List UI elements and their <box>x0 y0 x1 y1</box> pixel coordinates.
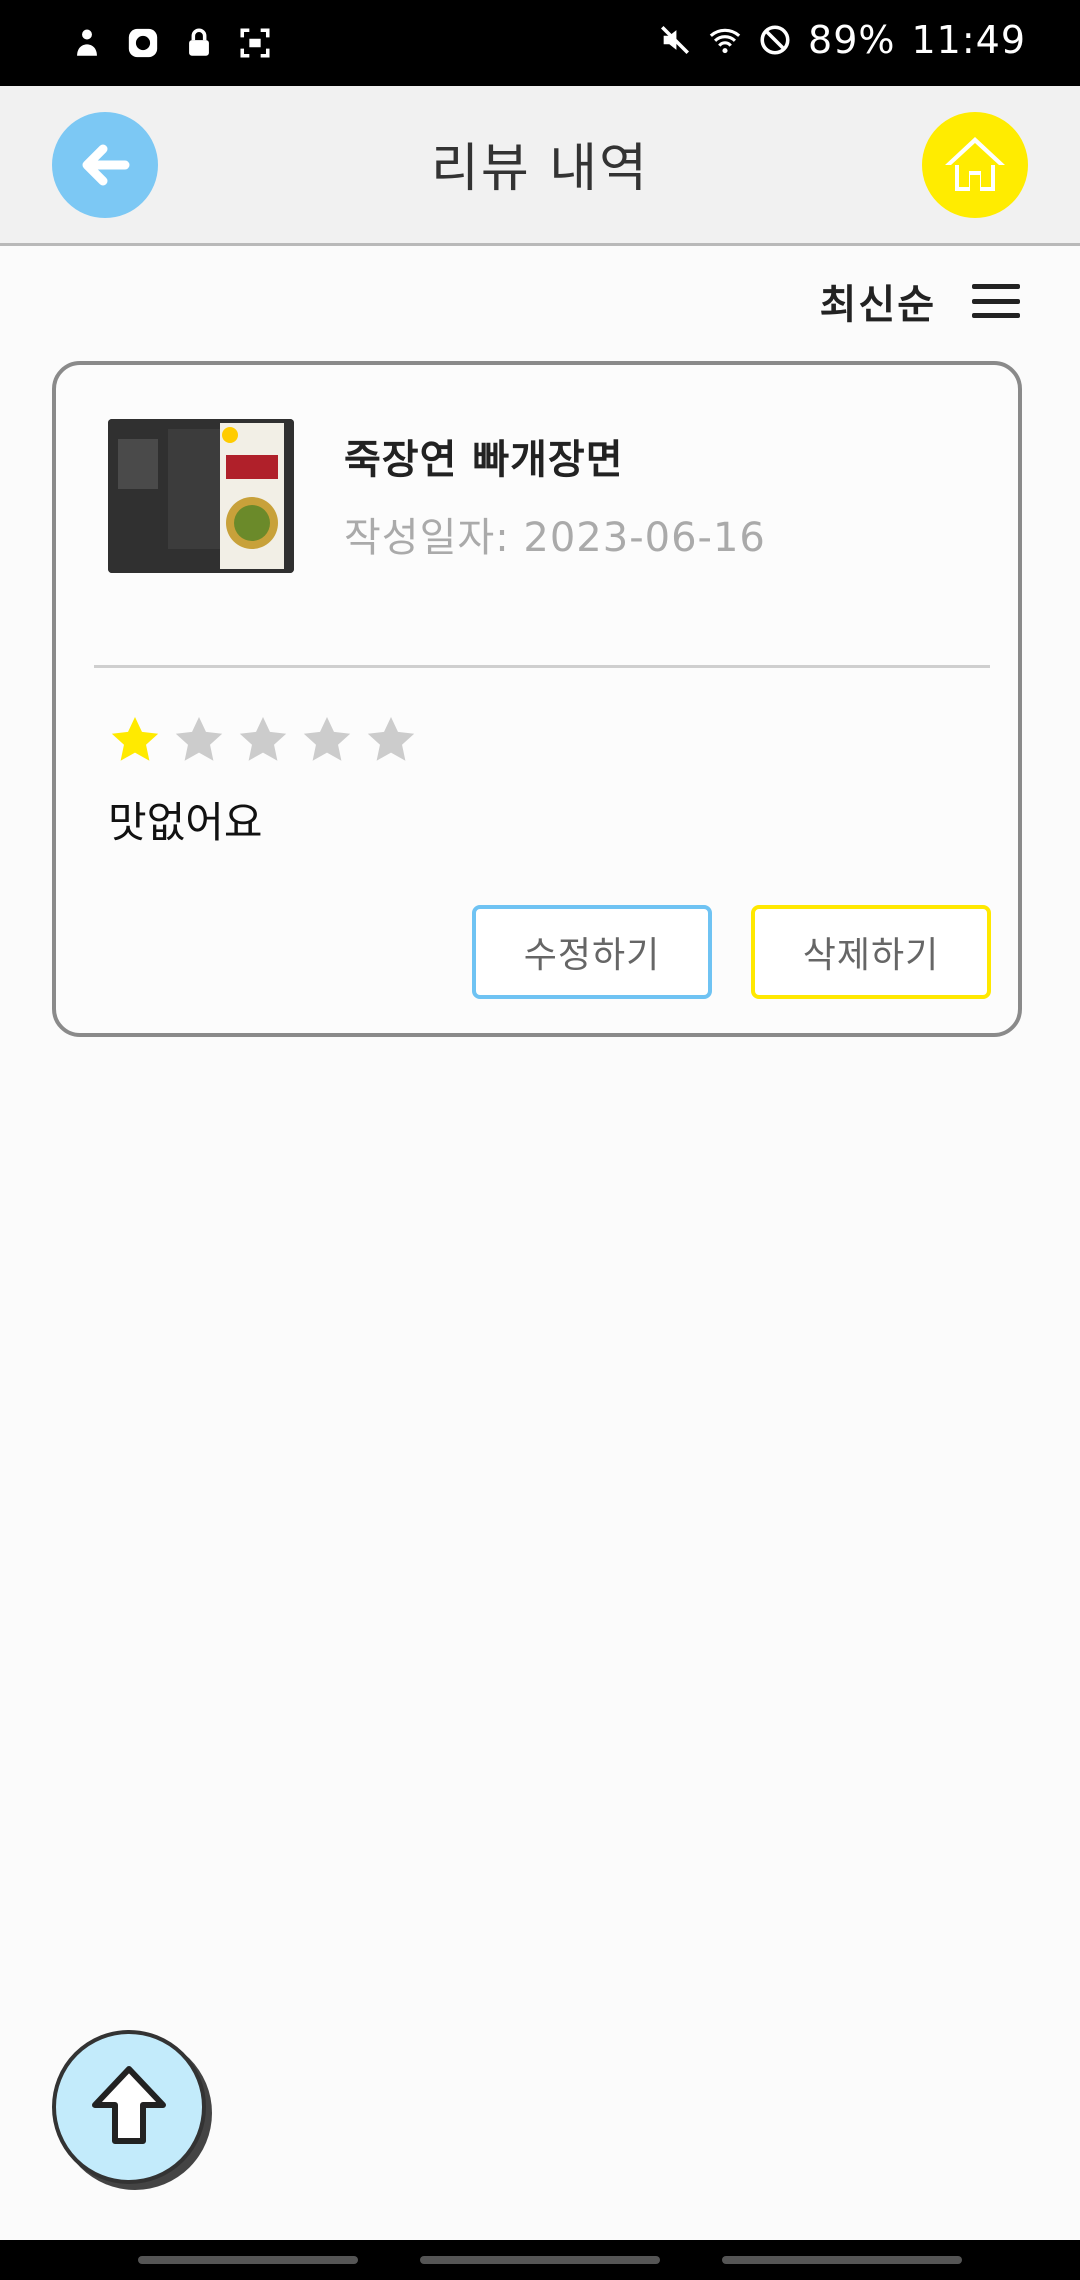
page-title: 리뷰 내역 <box>431 139 649 199</box>
home-button[interactable] <box>922 112 1028 218</box>
dnd-icon <box>760 25 790 55</box>
app-header: 리뷰 내역 <box>0 86 1080 246</box>
nav-recent[interactable] <box>138 2256 358 2264</box>
arrow-up-icon <box>92 2066 166 2144</box>
mute-icon <box>661 25 690 55</box>
lock-icon <box>189 28 209 56</box>
card-divider <box>94 665 990 668</box>
edit-button[interactable]: 수정하기 <box>472 905 712 999</box>
status-icons-right: 89% 11:49 <box>658 18 1026 62</box>
battery-percent: 89% <box>808 18 896 62</box>
scroll-top-button[interactable] <box>52 2030 206 2184</box>
product-name: 죽장연 빠개장면 <box>344 437 624 483</box>
person-icon <box>77 29 97 56</box>
system-nav-bar <box>0 2240 1080 2280</box>
nav-back[interactable] <box>722 2256 962 2264</box>
status-bar: 89% 11:49 <box>0 0 1080 86</box>
screenshot-icon <box>240 28 270 58</box>
home-icon <box>945 137 1005 191</box>
sort-control[interactable]: 최신순 <box>820 272 1020 330</box>
sort-label: 최신순 <box>819 282 936 328</box>
star-empty-icon[interactable] <box>300 713 354 767</box>
review-date: 작성일자: 2023-06-16 <box>344 515 766 561</box>
app-icon <box>128 28 158 58</box>
review-text: 맛없어요 <box>108 798 263 847</box>
status-icons-left <box>70 26 272 60</box>
delete-button[interactable]: 삭제하기 <box>751 905 991 999</box>
wifi-icon <box>709 28 741 54</box>
star-empty-icon[interactable] <box>364 713 418 767</box>
star-filled-icon[interactable] <box>108 713 162 767</box>
product-image <box>108 419 294 573</box>
nav-home[interactable] <box>420 2256 660 2264</box>
star-empty-icon[interactable] <box>172 713 226 767</box>
clock: 11:49 <box>911 18 1026 62</box>
rating-stars <box>108 713 418 767</box>
review-card: 죽장연 빠개장면 작성일자: 2023-06-16 맛없어요 수정하기 삭제하기 <box>52 361 1022 1037</box>
menu-icon[interactable] <box>972 284 1020 318</box>
star-empty-icon[interactable] <box>236 713 290 767</box>
